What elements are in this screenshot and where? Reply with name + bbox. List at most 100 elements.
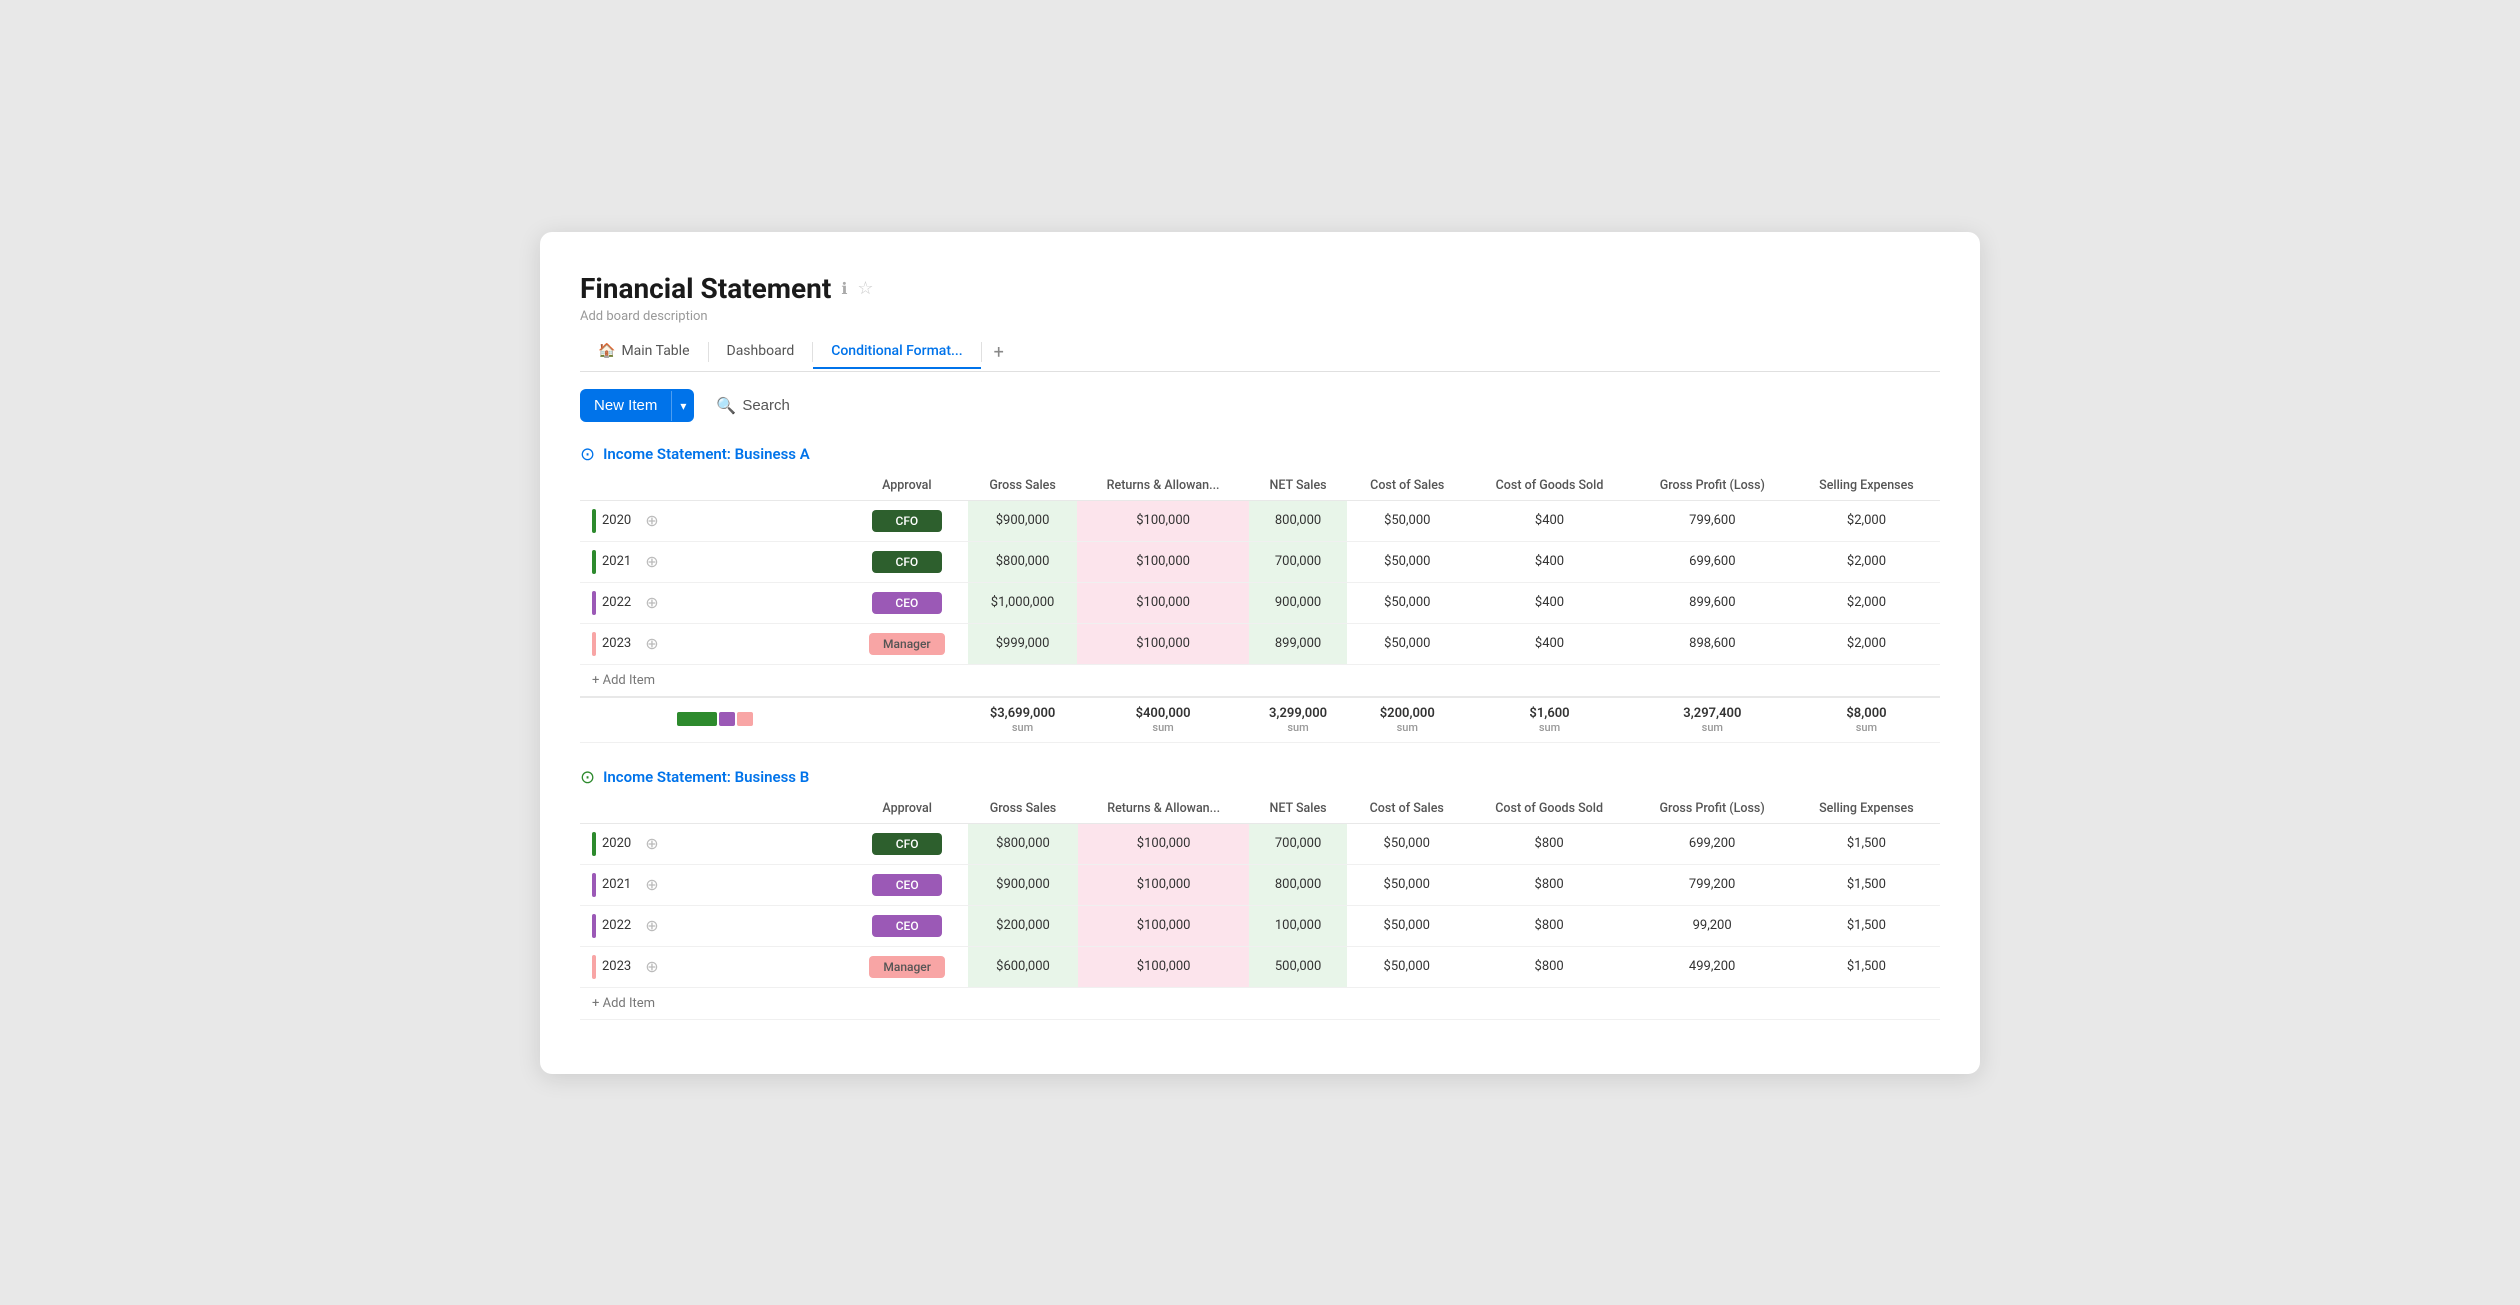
row-year-cell: 2021 ⊕ <box>580 541 846 582</box>
add-item-label[interactable]: + Add Item <box>580 664 1940 697</box>
row-approval-cell: CFO <box>846 541 968 582</box>
section-a-table: Approval Gross Sales Returns & Allowan..… <box>580 471 1940 743</box>
row-year-label: 2020 <box>602 836 631 851</box>
row-year-label: 2021 <box>602 877 631 892</box>
row-net-sales-cell: 100,000 <box>1249 905 1346 946</box>
tab-add-button[interactable]: + <box>982 334 1016 371</box>
approval-badge[interactable]: CEO <box>872 592 942 614</box>
row-add-icon[interactable]: ⊕ <box>645 957 658 976</box>
row-selling-exp-cell: $1,500 <box>1793 905 1940 946</box>
row-year-label: 2022 <box>602 918 631 933</box>
row-returns-cell: $100,000 <box>1078 905 1250 946</box>
section-b-title: Income Statement: Business B <box>603 768 809 786</box>
table-row: 2023 ⊕ Manager $600,000 $100,000 500,000… <box>580 946 1940 987</box>
row-add-icon[interactable]: ⊕ <box>645 875 658 894</box>
info-icon[interactable]: ℹ <box>841 279 847 298</box>
summary-gross-sales: $3,699,000sum <box>968 697 1078 743</box>
approval-badge[interactable]: CFO <box>872 833 942 855</box>
col-gross-profit-b: Gross Profit (Loss) <box>1632 794 1793 824</box>
row-selling-exp-cell: $2,000 <box>1793 541 1940 582</box>
row-cost-sales-cell: $50,000 <box>1347 623 1467 664</box>
col-net-sales-b: NET Sales <box>1249 794 1346 824</box>
row-returns-cell: $100,000 <box>1078 946 1250 987</box>
row-year-label: 2023 <box>602 959 631 974</box>
approval-badge[interactable]: CFO <box>872 551 942 573</box>
section-business-b: ⊙ Income Statement: Business B Approval … <box>580 767 1940 1020</box>
approval-badge[interactable]: CEO <box>872 915 942 937</box>
row-approval-cell: Manager <box>846 623 968 664</box>
row-cost-sales-cell: $50,000 <box>1347 582 1467 623</box>
add-item-row[interactable]: + Add Item <box>580 664 1940 697</box>
row-approval-cell: Manager <box>846 946 968 987</box>
row-add-icon[interactable]: ⊕ <box>645 552 658 571</box>
add-item-row[interactable]: + Add Item <box>580 987 1940 1019</box>
row-net-sales-cell: 700,000 <box>1249 541 1348 582</box>
col-selling-a: Selling Expenses <box>1793 471 1940 501</box>
row-gross-profit-cell: 499,200 <box>1632 946 1793 987</box>
search-button[interactable]: 🔍 Search <box>704 388 801 424</box>
row-returns-cell: $100,000 <box>1077 541 1248 582</box>
col-cost-sales-b: Cost of Sales <box>1347 794 1467 824</box>
table-row: 2022 ⊕ CEO $200,000 $100,000 100,000 $50… <box>580 905 1940 946</box>
row-selling-exp-cell: $1,500 <box>1793 946 1940 987</box>
tab-dashboard[interactable]: Dashboard <box>709 335 813 369</box>
row-cost-sales-cell: $50,000 <box>1347 905 1467 946</box>
tab-conditional-format[interactable]: Conditional Format... <box>813 335 980 369</box>
approval-badge[interactable]: CEO <box>872 874 942 896</box>
add-item-label[interactable]: + Add Item <box>580 987 1940 1019</box>
row-selling-exp-cell: $2,000 <box>1793 582 1940 623</box>
summary-row: $3,699,000sum $400,000sum 3,299,000sum $… <box>580 697 1940 743</box>
row-gross-profit-cell: 898,600 <box>1632 623 1793 664</box>
row-add-icon[interactable]: ⊕ <box>645 834 658 853</box>
row-net-sales-cell: 899,000 <box>1249 623 1348 664</box>
row-year-cell: 2022 ⊕ <box>580 582 846 623</box>
new-item-button[interactable]: New Item ▾ <box>580 389 694 422</box>
section-b-table-wrapper: Approval Gross Sales Returns & Allowan..… <box>580 794 1940 1020</box>
approval-badge[interactable]: Manager <box>869 956 945 978</box>
board-description[interactable]: Add board description <box>580 309 1940 324</box>
row-cogs-cell: $400 <box>1467 582 1632 623</box>
section-b-toggle[interactable]: ⊙ <box>580 767 595 788</box>
row-gross-sales-cell: $900,000 <box>968 500 1078 541</box>
row-gross-sales-cell: $800,000 <box>968 541 1078 582</box>
col-gross-profit-a: Gross Profit (Loss) <box>1632 471 1793 501</box>
row-selling-exp-cell: $2,000 <box>1793 500 1940 541</box>
search-icon: 🔍 <box>716 396 736 416</box>
approval-badge[interactable]: CFO <box>872 510 942 532</box>
row-cost-sales-cell: $50,000 <box>1347 864 1467 905</box>
tab-main-table[interactable]: 🏠 Main Table <box>580 335 708 369</box>
row-add-icon[interactable]: ⊕ <box>645 634 658 653</box>
col-selling-b: Selling Expenses <box>1793 794 1940 824</box>
new-item-dropdown-icon[interactable]: ▾ <box>671 391 694 421</box>
title-row: Financial Statement ℹ ☆ <box>580 272 1940 305</box>
row-year-cell: 2020 ⊕ <box>580 823 846 864</box>
row-gross-sales-cell: $999,000 <box>968 623 1078 664</box>
row-year-cell: 2023 ⊕ <box>580 946 846 987</box>
row-add-icon[interactable]: ⊕ <box>645 593 658 612</box>
search-label: Search <box>742 397 790 414</box>
row-cost-sales-cell: $50,000 <box>1347 500 1467 541</box>
row-year-cell: 2021 ⊕ <box>580 864 846 905</box>
row-gross-sales-cell: $200,000 <box>968 905 1078 946</box>
col-cogs-b: Cost of Goods Sold <box>1467 794 1632 824</box>
row-year-label: 2021 <box>602 554 631 569</box>
row-add-icon[interactable]: ⊕ <box>645 511 658 530</box>
section-a-title: Income Statement: Business A <box>603 445 810 463</box>
col-item-a <box>580 471 846 501</box>
row-gross-profit-cell: 699,200 <box>1632 823 1793 864</box>
row-gross-profit-cell: 899,600 <box>1632 582 1793 623</box>
row-approval-cell: CEO <box>846 582 968 623</box>
approval-badge[interactable]: Manager <box>869 633 945 655</box>
col-approval-b: Approval <box>846 794 968 824</box>
row-returns-cell: $100,000 <box>1077 582 1248 623</box>
row-add-icon[interactable]: ⊕ <box>645 916 658 935</box>
star-icon[interactable]: ☆ <box>857 278 873 299</box>
summary-net-sales: 3,299,000sum <box>1249 697 1348 743</box>
section-a-toggle[interactable]: ⊙ <box>580 444 595 465</box>
toolbar: New Item ▾ 🔍 Search <box>580 388 1940 424</box>
row-selling-exp-cell: $1,500 <box>1793 864 1940 905</box>
row-gross-sales-cell: $800,000 <box>968 823 1078 864</box>
section-b-header-row: Approval Gross Sales Returns & Allowan..… <box>580 794 1940 824</box>
section-b-table: Approval Gross Sales Returns & Allowan..… <box>580 794 1940 1020</box>
app-container: Financial Statement ℹ ☆ Add board descri… <box>540 232 1980 1074</box>
